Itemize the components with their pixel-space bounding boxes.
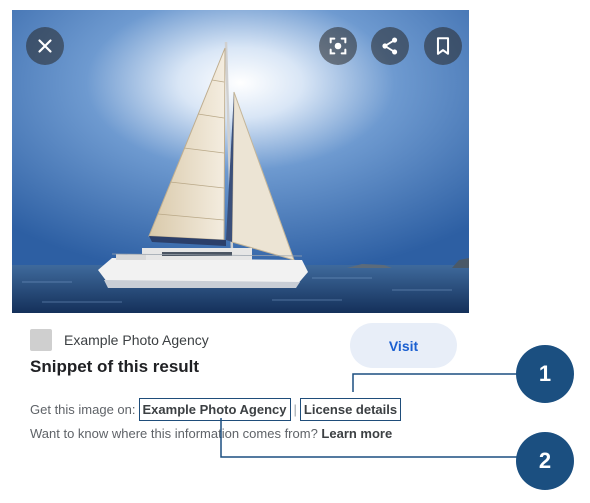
license-details-link[interactable]: License details xyxy=(299,398,402,421)
lens-icon xyxy=(329,37,347,55)
callout-badge-1: 1 xyxy=(516,345,574,403)
get-image-line: Get this image on: Example Photo Agency … xyxy=(30,398,402,421)
get-image-prefix: Get this image on: xyxy=(30,402,136,417)
callout-badge-2: 2 xyxy=(516,432,574,490)
agency-link[interactable]: Example Photo Agency xyxy=(138,398,291,421)
callout-1-connector xyxy=(352,373,517,392)
close-icon xyxy=(38,39,52,53)
site-favicon xyxy=(30,329,52,351)
source-name[interactable]: Example Photo Agency xyxy=(64,332,209,348)
source-row[interactable]: Example Photo Agency xyxy=(30,329,209,351)
share-button[interactable] xyxy=(371,27,409,65)
learn-more-line: Want to know where this information come… xyxy=(30,426,392,441)
link-separator: | xyxy=(293,402,297,417)
learn-prefix: Want to know where this information come… xyxy=(30,426,318,441)
visit-button[interactable]: Visit xyxy=(350,323,457,368)
share-icon xyxy=(382,37,398,55)
result-title[interactable]: Snippet of this result xyxy=(30,357,199,377)
result-image[interactable] xyxy=(12,10,469,313)
close-button[interactable] xyxy=(26,27,64,65)
bookmark-icon xyxy=(436,37,450,55)
lens-button[interactable] xyxy=(319,27,357,65)
save-button[interactable] xyxy=(424,27,462,65)
learn-more-link[interactable]: Learn more xyxy=(321,426,392,441)
